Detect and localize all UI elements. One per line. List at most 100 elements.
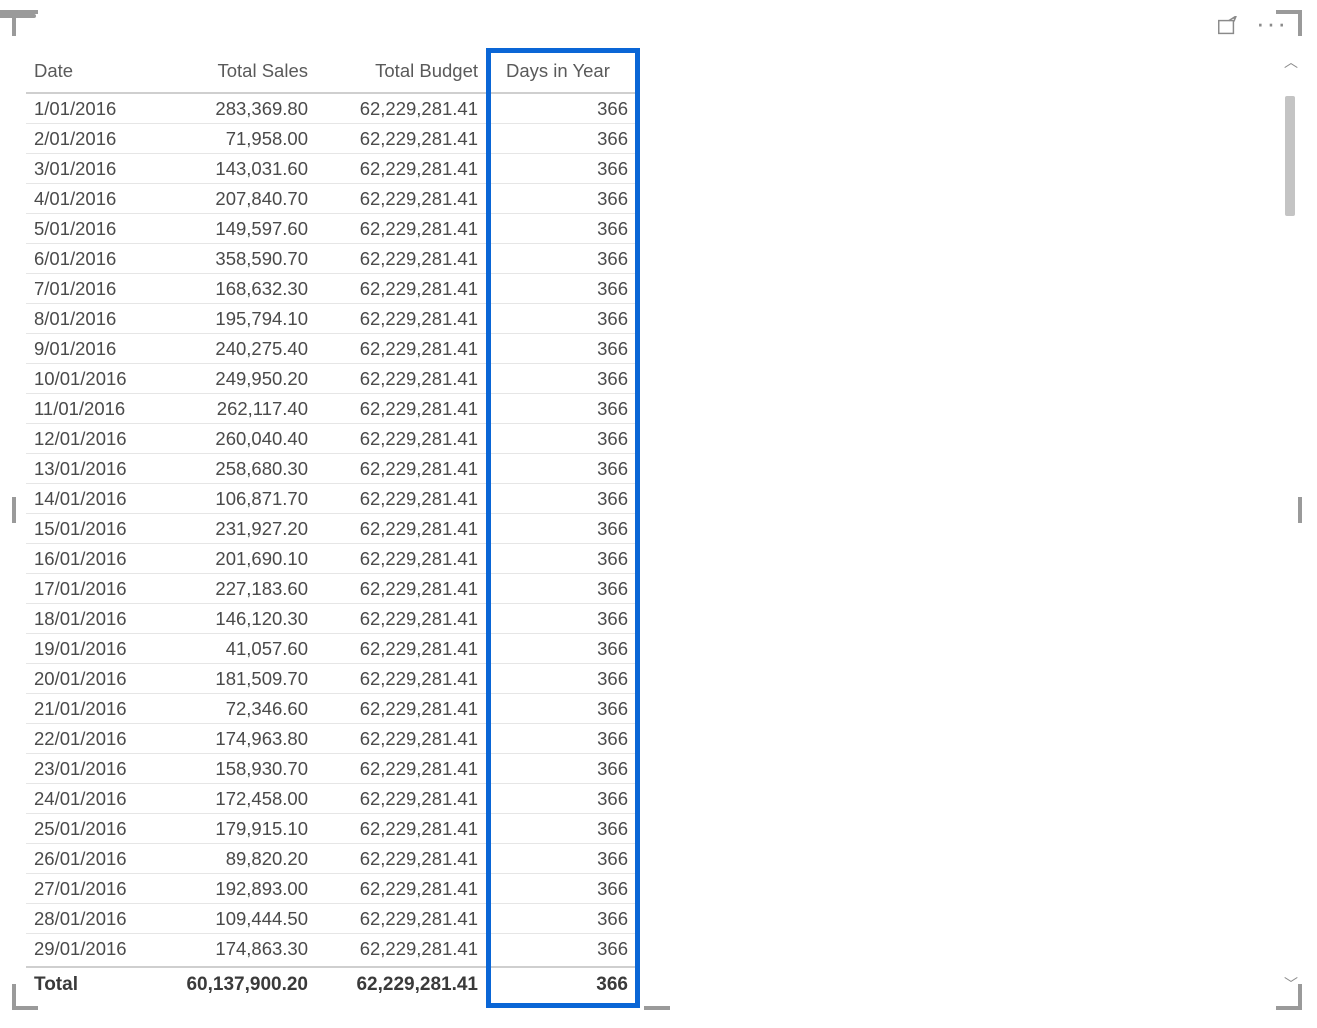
cell-date: 19/01/2016 [26, 634, 156, 664]
table-row[interactable]: 17/01/2016227,183.6062,229,281.41366 [26, 574, 636, 604]
table-row[interactable]: 26/01/201689,820.2062,229,281.41366 [26, 844, 636, 874]
table-row[interactable]: 19/01/201641,057.6062,229,281.41366 [26, 634, 636, 664]
cell-total-budget: 62,229,281.41 [316, 844, 486, 874]
table-row[interactable]: 10/01/2016249,950.2062,229,281.41366 [26, 364, 636, 394]
table-row[interactable]: 1/01/2016283,369.8062,229,281.41366 [26, 93, 636, 124]
cell-date: 21/01/2016 [26, 694, 156, 724]
cell-total-budget: 62,229,281.41 [316, 274, 486, 304]
table-row[interactable]: 7/01/2016168,632.3062,229,281.41366 [26, 274, 636, 304]
resize-handle-bottom-left[interactable] [12, 984, 16, 1010]
resize-handle-top-right[interactable] [1298, 10, 1302, 36]
cell-date: 14/01/2016 [26, 484, 156, 514]
col-header-total-sales[interactable]: Total Sales [156, 56, 316, 93]
cell-total-budget: 62,229,281.41 [316, 154, 486, 184]
total-days-value: 366 [486, 974, 636, 996]
cell-total-budget: 62,229,281.41 [316, 454, 486, 484]
cell-date: 23/01/2016 [26, 754, 156, 784]
cell-total-budget: 62,229,281.41 [316, 694, 486, 724]
table-row[interactable]: 5/01/2016149,597.6062,229,281.41366 [26, 214, 636, 244]
cell-days-in-year: 366 [486, 694, 636, 724]
col-header-days-in-year[interactable]: Days in Year [486, 56, 636, 93]
cell-date: 17/01/2016 [26, 574, 156, 604]
cell-date: 9/01/2016 [26, 334, 156, 364]
cell-days-in-year: 366 [486, 544, 636, 574]
resize-handle-bottom[interactable] [644, 1006, 670, 1010]
table-row[interactable]: 22/01/2016174,963.8062,229,281.41366 [26, 724, 636, 754]
cell-total-sales: 195,794.10 [156, 304, 316, 334]
table-row[interactable]: 13/01/2016258,680.3062,229,281.41366 [26, 454, 636, 484]
cell-total-sales: 109,444.50 [156, 904, 316, 934]
table-row[interactable]: 23/01/2016158,930.7062,229,281.41366 [26, 754, 636, 784]
table-row[interactable]: 29/01/2016174,863.3062,229,281.41366 [26, 934, 636, 960]
resize-handle-left[interactable] [12, 497, 16, 523]
cell-days-in-year: 366 [486, 664, 636, 694]
cell-total-budget: 62,229,281.41 [316, 754, 486, 784]
cell-date: 6/01/2016 [26, 244, 156, 274]
cell-date: 25/01/2016 [26, 814, 156, 844]
col-header-date[interactable]: Date [26, 56, 156, 93]
cell-total-sales: 168,632.30 [156, 274, 316, 304]
table-row[interactable]: 24/01/2016172,458.0062,229,281.41366 [26, 784, 636, 814]
table-row[interactable]: 14/01/2016106,871.7062,229,281.41366 [26, 484, 636, 514]
scroll-down-arrow-icon[interactable]: ﹀ [1284, 978, 1296, 990]
table-row[interactable]: 25/01/2016179,915.1062,229,281.41366 [26, 814, 636, 844]
cell-total-sales: 143,031.60 [156, 154, 316, 184]
cell-date: 18/01/2016 [26, 604, 156, 634]
table-row[interactable]: 21/01/201672,346.6062,229,281.41366 [26, 694, 636, 724]
cell-total-sales: 249,950.20 [156, 364, 316, 394]
resize-handle-right[interactable] [1298, 497, 1302, 523]
table-row[interactable]: 12/01/2016260,040.4062,229,281.41366 [26, 424, 636, 454]
cell-total-budget: 62,229,281.41 [316, 934, 486, 960]
cell-total-budget: 62,229,281.41 [316, 394, 486, 424]
cell-date: 10/01/2016 [26, 364, 156, 394]
cell-date: 2/01/2016 [26, 124, 156, 154]
cell-total-sales: 207,840.70 [156, 184, 316, 214]
scrollbar-thumb[interactable] [1285, 96, 1295, 216]
cell-date: 26/01/2016 [26, 844, 156, 874]
table-row[interactable]: 8/01/2016195,794.1062,229,281.41366 [26, 304, 636, 334]
table-row[interactable]: 27/01/2016192,893.0062,229,281.41366 [26, 874, 636, 904]
cell-total-sales: 231,927.20 [156, 514, 316, 544]
table-row[interactable]: 9/01/2016240,275.4062,229,281.41366 [26, 334, 636, 364]
table-row[interactable]: 28/01/2016109,444.5062,229,281.41366 [26, 904, 636, 934]
table-row[interactable]: 18/01/2016146,120.3062,229,281.41366 [26, 604, 636, 634]
cell-days-in-year: 366 [486, 93, 636, 124]
cell-total-budget: 62,229,281.41 [316, 514, 486, 544]
cell-total-budget: 62,229,281.41 [316, 604, 486, 634]
cell-days-in-year: 366 [486, 304, 636, 334]
table-row[interactable]: 4/01/2016207,840.7062,229,281.41366 [26, 184, 636, 214]
cell-days-in-year: 366 [486, 784, 636, 814]
cell-total-budget: 62,229,281.41 [316, 424, 486, 454]
cell-date: 28/01/2016 [26, 904, 156, 934]
drag-grip-icon[interactable] [0, 14, 36, 18]
col-header-total-budget[interactable]: Total Budget [316, 56, 486, 93]
total-budget-value: 62,229,281.41 [316, 974, 486, 996]
cell-total-budget: 62,229,281.41 [316, 364, 486, 394]
data-table: Date Total Sales Total Budget Days in Ye… [26, 56, 636, 960]
more-options-icon[interactable]: ··· [1256, 18, 1288, 28]
table-row[interactable]: 20/01/2016181,509.7062,229,281.41366 [26, 664, 636, 694]
table-row[interactable]: 16/01/2016201,690.1062,229,281.41366 [26, 544, 636, 574]
cell-days-in-year: 366 [486, 874, 636, 904]
cell-total-budget: 62,229,281.41 [316, 93, 486, 124]
cell-total-budget: 62,229,281.41 [316, 664, 486, 694]
focus-mode-icon[interactable] [1216, 16, 1238, 38]
cell-days-in-year: 366 [486, 274, 636, 304]
cell-total-budget: 62,229,281.41 [316, 574, 486, 604]
scroll-up-arrow-icon[interactable]: ︿ [1284, 56, 1296, 68]
table-row[interactable]: 2/01/201671,958.0062,229,281.41366 [26, 124, 636, 154]
resize-handle-bottom-right[interactable] [1298, 984, 1302, 1010]
table-visual[interactable]: ··· Date Total Sales Total Budget Days i… [12, 10, 1302, 1010]
cell-date: 24/01/2016 [26, 784, 156, 814]
table-row[interactable]: 6/01/2016358,590.7062,229,281.41366 [26, 244, 636, 274]
cell-date: 15/01/2016 [26, 514, 156, 544]
cell-total-budget: 62,229,281.41 [316, 214, 486, 244]
cell-total-budget: 62,229,281.41 [316, 244, 486, 274]
table-row[interactable]: 3/01/2016143,031.6062,229,281.41366 [26, 154, 636, 184]
cell-total-sales: 260,040.40 [156, 424, 316, 454]
vertical-scrollbar[interactable]: ︿ ﹀ [1282, 56, 1298, 990]
cell-days-in-year: 366 [486, 124, 636, 154]
table-row[interactable]: 15/01/2016231,927.2062,229,281.41366 [26, 514, 636, 544]
cell-days-in-year: 366 [486, 484, 636, 514]
table-row[interactable]: 11/01/2016262,117.4062,229,281.41366 [26, 394, 636, 424]
